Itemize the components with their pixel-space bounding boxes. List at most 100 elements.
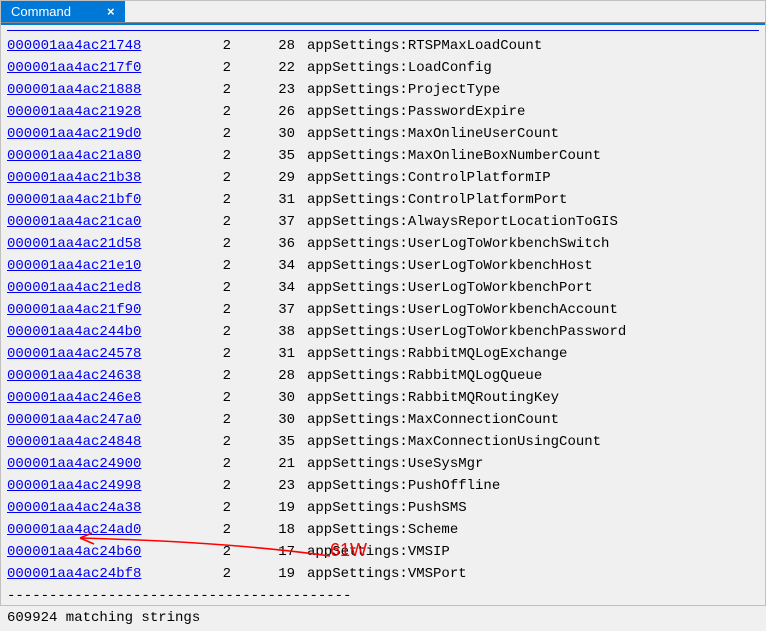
string-length: 28 (237, 35, 307, 57)
ref-count: 2 (177, 431, 237, 453)
table-row: 000001aa4ac247a0230appSettings:MaxConnec… (7, 409, 759, 431)
table-row: 000001aa4ac244b0238appSettings:UserLogTo… (7, 321, 759, 343)
string-length: 38 (237, 321, 307, 343)
string-length: 37 (237, 299, 307, 321)
ref-count: 2 (177, 387, 237, 409)
table-row: 000001aa4ac24998223appSettings:PushOffli… (7, 475, 759, 497)
address-link[interactable]: 000001aa4ac21ca0 (7, 211, 177, 233)
string-length: 26 (237, 101, 307, 123)
string-length: 34 (237, 277, 307, 299)
ref-count: 2 (177, 321, 237, 343)
string-length: 30 (237, 387, 307, 409)
address-link[interactable]: 000001aa4ac247a0 (7, 409, 177, 431)
string-value: appSettings:UserLogToWorkbenchAccount (307, 299, 759, 321)
string-length: 31 (237, 343, 307, 365)
table-row: 000001aa4ac21748228appSettings:RTSPMaxLo… (7, 35, 759, 57)
string-value: appSettings:ControlPlatformIP (307, 167, 759, 189)
string-value: appSettings:RabbitMQRoutingKey (307, 387, 759, 409)
string-length: 30 (237, 123, 307, 145)
window-title: Command (11, 4, 71, 19)
string-length: 23 (237, 79, 307, 101)
ref-count: 2 (177, 233, 237, 255)
string-length: 21 (237, 453, 307, 475)
string-value: appSettings:MaxConnectionUsingCount (307, 431, 759, 453)
string-length: 28 (237, 365, 307, 387)
table-row: 000001aa4ac21e10234appSettings:UserLogTo… (7, 255, 759, 277)
address-link[interactable]: 000001aa4ac21b38 (7, 167, 177, 189)
address-link[interactable]: 000001aa4ac24bf8 (7, 563, 177, 585)
ref-count: 2 (177, 255, 237, 277)
table-row: 000001aa4ac24a38219appSettings:PushSMS (7, 497, 759, 519)
string-value: appSettings:UseSysMgr (307, 453, 759, 475)
address-link[interactable]: 000001aa4ac24a38 (7, 497, 177, 519)
ref-count: 2 (177, 563, 237, 585)
address-link[interactable]: 000001aa4ac24900 (7, 453, 177, 475)
address-link[interactable]: 000001aa4ac21e10 (7, 255, 177, 277)
address-link[interactable]: 000001aa4ac24998 (7, 475, 177, 497)
address-link[interactable]: 000001aa4ac21a80 (7, 145, 177, 167)
string-value: appSettings:ControlPlatformPort (307, 189, 759, 211)
string-length: 30 (237, 409, 307, 431)
string-value: appSettings:UserLogToWorkbenchPassword (307, 321, 759, 343)
table-row: 000001aa4ac246e8230appSettings:RabbitMQR… (7, 387, 759, 409)
table-row: 000001aa4ac21f90237appSettings:UserLogTo… (7, 299, 759, 321)
ref-count: 2 (177, 365, 237, 387)
string-value: appSettings:UserLogToWorkbenchPort (307, 277, 759, 299)
string-value: appSettings:VMSPort (307, 563, 759, 585)
ref-count: 2 (177, 409, 237, 431)
address-link[interactable]: 000001aa4ac219d0 (7, 123, 177, 145)
string-length: 19 (237, 563, 307, 585)
address-link[interactable]: 000001aa4ac21d58 (7, 233, 177, 255)
address-link[interactable]: 000001aa4ac24848 (7, 431, 177, 453)
window-tab[interactable]: Command × (1, 1, 125, 22)
string-value: appSettings:PushOffline (307, 475, 759, 497)
string-length: 37 (237, 211, 307, 233)
address-link[interactable]: 000001aa4ac21888 (7, 79, 177, 101)
string-length: 17 (237, 541, 307, 563)
ref-count: 2 (177, 211, 237, 233)
string-value: appSettings:RTSPMaxLoadCount (307, 35, 759, 57)
address-link[interactable]: 000001aa4ac21748 (7, 35, 177, 57)
table-row: 000001aa4ac24638228appSettings:RabbitMQL… (7, 365, 759, 387)
table-row: 000001aa4ac24578231appSettings:RabbitMQL… (7, 343, 759, 365)
command-window: Command × 000001aa4ac21748228appSettings… (0, 0, 766, 606)
address-link[interactable]: 000001aa4ac21928 (7, 101, 177, 123)
string-value: appSettings:MaxOnlineBoxNumberCount (307, 145, 759, 167)
table-row: 000001aa4ac24900221appSettings:UseSysMgr (7, 453, 759, 475)
address-link[interactable]: 000001aa4ac246e8 (7, 387, 177, 409)
string-value: appSettings:PasswordExpire (307, 101, 759, 123)
string-length: 23 (237, 475, 307, 497)
address-link[interactable]: 000001aa4ac21f90 (7, 299, 177, 321)
table-row: 000001aa4ac21ed8234appSettings:UserLogTo… (7, 277, 759, 299)
string-value: appSettings:LoadConfig (307, 57, 759, 79)
address-link[interactable]: 000001aa4ac21ed8 (7, 277, 177, 299)
address-link[interactable]: 000001aa4ac24578 (7, 343, 177, 365)
string-value: appSettings:UserLogToWorkbenchHost (307, 255, 759, 277)
table-row: 000001aa4ac21888223appSettings:ProjectTy… (7, 79, 759, 101)
string-value: appSettings:UserLogToWorkbenchSwitch (307, 233, 759, 255)
address-link[interactable]: 000001aa4ac244b0 (7, 321, 177, 343)
ref-count: 2 (177, 453, 237, 475)
string-value: appSettings:VMSIP (307, 541, 759, 563)
ref-count: 2 (177, 541, 237, 563)
string-value: appSettings:PushSMS (307, 497, 759, 519)
ref-count: 2 (177, 167, 237, 189)
string-length: 19 (237, 497, 307, 519)
table-row: 000001aa4ac21bf0231appSettings:ControlPl… (7, 189, 759, 211)
titlebar: Command × (1, 1, 765, 23)
close-icon[interactable]: × (107, 4, 115, 19)
address-link[interactable]: 000001aa4ac24ad0 (7, 519, 177, 541)
table-row: 000001aa4ac219d0230appSettings:MaxOnline… (7, 123, 759, 145)
address-link[interactable]: 000001aa4ac24638 (7, 365, 177, 387)
address-link[interactable]: 000001aa4ac21bf0 (7, 189, 177, 211)
string-length: 31 (237, 189, 307, 211)
table-row: 000001aa4ac24ad0218appSettings:Scheme (7, 519, 759, 541)
ref-count: 2 (177, 79, 237, 101)
table-row: 000001aa4ac24b60217appSettings:VMSIP (7, 541, 759, 563)
table-row: 000001aa4ac217f0222appSettings:LoadConfi… (7, 57, 759, 79)
ref-count: 2 (177, 343, 237, 365)
string-value: appSettings:RabbitMQLogExchange (307, 343, 759, 365)
address-link[interactable]: 000001aa4ac24b60 (7, 541, 177, 563)
address-link[interactable]: 000001aa4ac217f0 (7, 57, 177, 79)
partial-row-top (7, 25, 759, 31)
